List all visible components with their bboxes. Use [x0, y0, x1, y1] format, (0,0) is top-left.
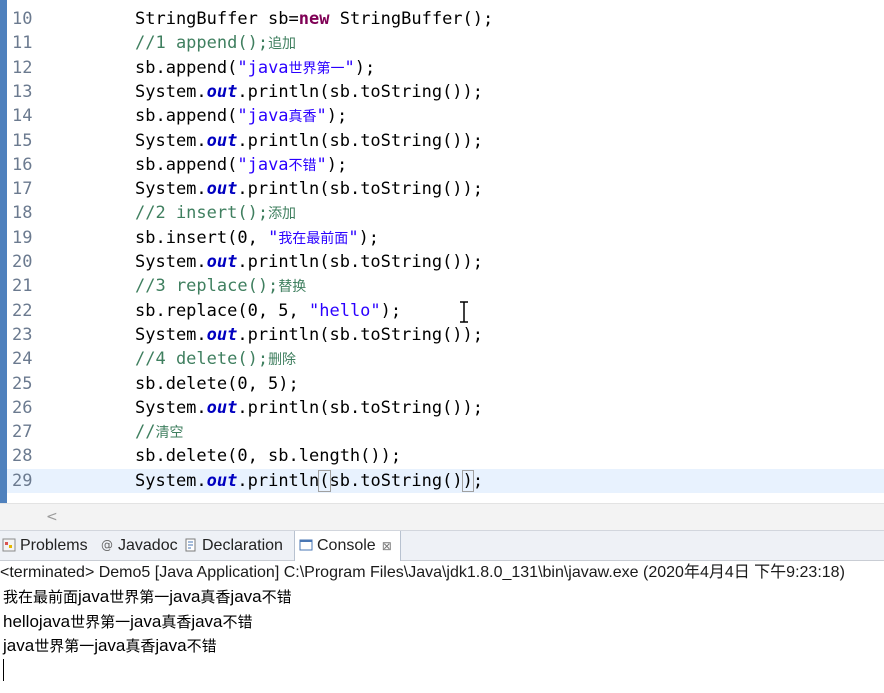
code-text: sb.replace(0, 5, "hello");: [135, 300, 402, 321]
code-line-17[interactable]: 17 System.out.println(sb.toString());: [7, 177, 884, 201]
console-icon: [299, 539, 313, 551]
close-icon[interactable]: ⊠: [382, 539, 392, 553]
code-text: sb.append("java真香");: [135, 106, 348, 127]
code-line-15[interactable]: 15 System.out.println(sb.toString());: [7, 129, 884, 153]
code-text: sb.append("java世界第一");: [135, 57, 376, 78]
console-status-header: <terminated> Demo5 [Java Application] C:…: [0, 564, 845, 581]
code-line-28[interactable]: 28 sb.delete(0, sb.length());: [7, 444, 884, 468]
code-text: System.out.println(sb.toString());: [135, 252, 484, 272]
line-number: 20: [12, 252, 33, 272]
change-ruler: [0, 0, 7, 503]
horizontal-scrollbar[interactable]: <: [0, 503, 884, 530]
tab-declaration[interactable]: Declaration: [184, 531, 283, 560]
code-line-13[interactable]: 13 System.out.println(sb.toString());: [7, 80, 884, 104]
code-text: System.out.println(sb.toString());: [135, 324, 484, 345]
code-text: System.out.println(sb.toString());: [135, 397, 484, 418]
code-editor[interactable]: 10 StringBuffer sb=new StringBuffer(); 11 /…: [0, 0, 884, 503]
problems-icon: [2, 538, 16, 552]
code-line-14[interactable]: 14 sb.append("java真香");: [7, 104, 884, 128]
tab-label: Javadoc: [118, 537, 178, 554]
code-line-22[interactable]: 22 sb.replace(0, 5, "hello");: [7, 299, 884, 323]
code-text: sb.delete(0, sb.length());: [135, 446, 402, 467]
line-number: 26: [12, 397, 33, 418]
code-line-12[interactable]: 12 sb.append("java世界第一");: [7, 56, 884, 80]
declaration-icon: [185, 538, 196, 552]
line-number: 15: [12, 130, 33, 151]
code-text: System.out.println(sb.toString());: [135, 81, 484, 102]
code-line-24[interactable]: 24 //4 delete();删除: [7, 347, 884, 371]
code-line-10[interactable]: 10 StringBuffer sb=new StringBuffer();: [7, 7, 884, 31]
line-number: 21: [12, 276, 33, 297]
tab-label: Declaration: [202, 537, 283, 554]
bottom-panel-tabs: Problems @ Javadoc Declaration Console ⊠: [0, 530, 884, 561]
code-text: //3 replace();替换: [135, 276, 307, 297]
line-number: 11: [12, 33, 33, 54]
line-number: 13: [12, 81, 33, 102]
tab-label: Problems: [20, 537, 88, 554]
code-line-11[interactable]: 11 //1 append();追加: [7, 31, 884, 55]
code-text: sb.delete(0, 5);: [135, 373, 299, 394]
code-line-23[interactable]: 23 System.out.println(sb.toString());: [7, 323, 884, 347]
code-line-27[interactable]: 27 //清空: [7, 420, 884, 444]
tab-javadoc[interactable]: @ Javadoc: [100, 531, 178, 560]
code-text: System.out.println(sb.toString());: [135, 179, 484, 200]
text-cursor-icon: [460, 301, 468, 323]
code-text: System.out.println(sb.toString());: [135, 469, 484, 492]
console-output-line: java世界第一java真香java不错: [3, 636, 217, 655]
code-line-25[interactable]: 25 sb.delete(0, 5);: [7, 372, 884, 396]
code-text: System.out.println(sb.toString());: [135, 130, 484, 151]
code-text: //2 insert();添加: [135, 203, 297, 224]
line-number: 23: [12, 324, 33, 345]
line-number: 17: [12, 179, 33, 200]
console-caret: [3, 659, 4, 681]
line-number: 14: [12, 106, 33, 127]
scroll-left-arrow-icon[interactable]: <: [46, 509, 58, 525]
line-number: 25: [12, 373, 33, 394]
line-number: 22: [12, 300, 33, 321]
code-text: //清空: [135, 422, 184, 443]
tab-label: Console: [317, 537, 376, 554]
code-text: //4 delete();删除: [135, 349, 297, 370]
line-number: 16: [12, 154, 33, 175]
tab-problems[interactable]: Problems: [2, 531, 88, 560]
code-line-29[interactable]: 29 System.out.println(sb.toString());: [7, 468, 884, 493]
code-text: sb.append("java不错");: [135, 154, 348, 175]
line-number: 12: [12, 57, 33, 78]
code-text: //1 append();追加: [135, 33, 297, 54]
line-number: 28: [12, 446, 33, 467]
line-number: 19: [12, 227, 33, 248]
code-line-18[interactable]: 18 //2 insert();添加: [7, 201, 884, 225]
code-line-21[interactable]: 21 //3 replace();替换: [7, 274, 884, 298]
code-line-16[interactable]: 16 sb.append("java不错");: [7, 153, 884, 177]
code-text: StringBuffer sb=new StringBuffer();: [135, 9, 494, 29]
line-number: 27: [12, 422, 33, 443]
line-number: 24: [12, 349, 33, 370]
line-number: 10: [12, 9, 33, 29]
tab-console[interactable]: Console ⊠: [294, 531, 401, 561]
at-sign-icon: @: [101, 537, 113, 552]
code-text: sb.insert(0, "我在最前面");: [135, 227, 380, 248]
console-output-line: hellojava世界第一java真香java不错: [3, 611, 253, 631]
code-line-19[interactable]: 19 sb.insert(0, "我在最前面");: [7, 226, 884, 250]
code-line-20[interactable]: 20 System.out.println(sb.toString());: [7, 250, 884, 274]
line-number: 29: [12, 470, 33, 491]
console-output-line: 我在最前面java世界第一java真香java不错: [3, 587, 292, 606]
line-number: 18: [12, 203, 33, 224]
code-line-26[interactable]: 26 System.out.println(sb.toString());: [7, 396, 884, 420]
